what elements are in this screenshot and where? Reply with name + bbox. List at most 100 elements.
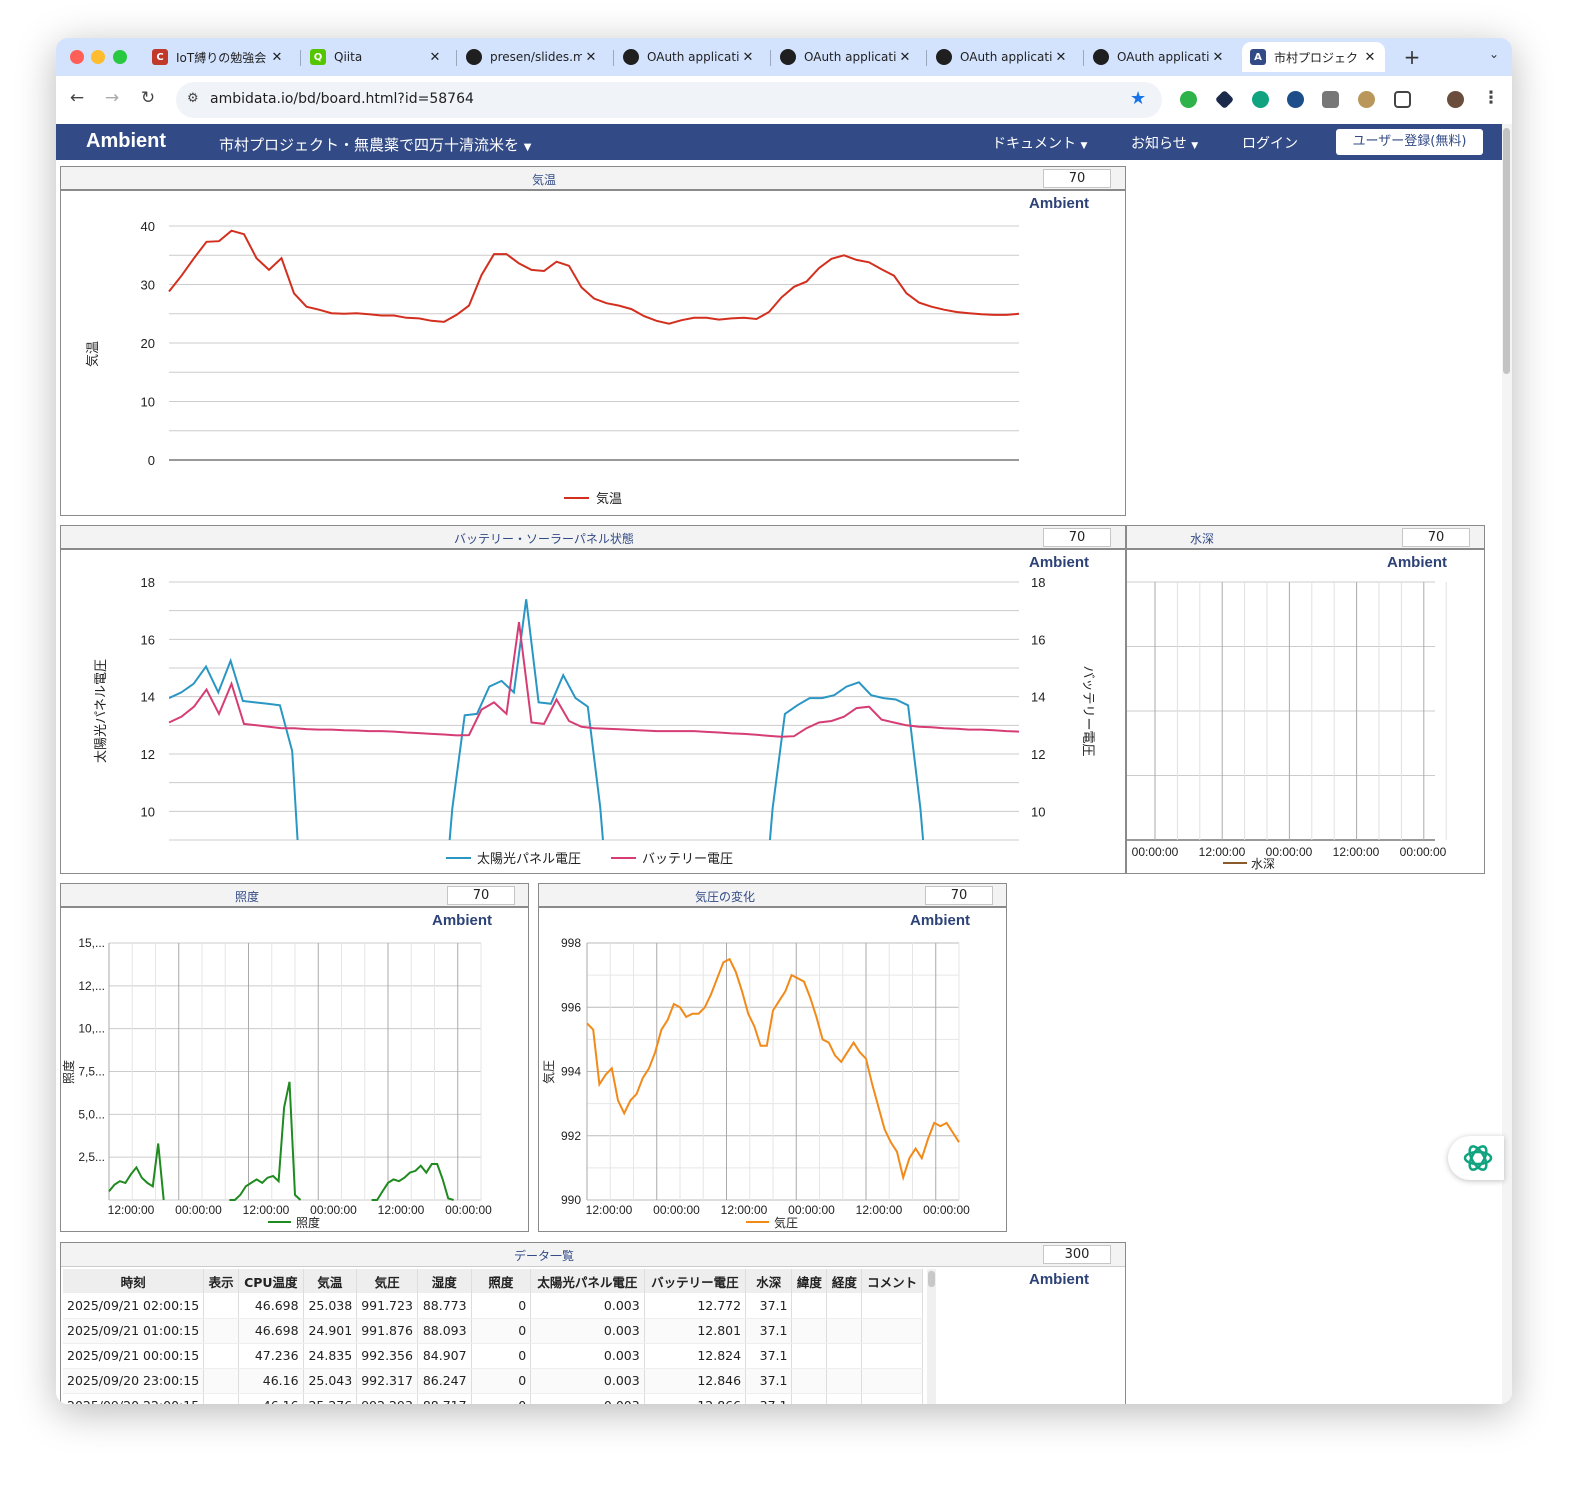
browser-tab[interactable]: A 市村プロジェクト ✕ — [1242, 42, 1385, 72]
page-scrollbar[interactable] — [1502, 124, 1512, 1404]
data-count-input[interactable]: 70 — [1043, 528, 1111, 547]
table-row[interactable]: 2025/09/21 00:00:15 47.236 24.835 992.356 84… — [63, 1343, 923, 1369]
data-count-input[interactable]: 70 — [447, 886, 515, 905]
table-scrollbar[interactable] — [927, 1269, 936, 1404]
x-tick-label: 12:00:00 — [721, 1203, 768, 1217]
data-count-input[interactable]: 70 — [925, 886, 993, 905]
table-cell — [826, 1343, 863, 1369]
table-cell — [791, 1368, 828, 1394]
x-tick-label: 12:00:00 — [1199, 845, 1246, 859]
data-count-input[interactable]: 300 — [1043, 1245, 1111, 1264]
tab-title: OAuth application — [1117, 50, 1209, 64]
close-tab-icon[interactable]: ✕ — [1052, 50, 1070, 65]
table-cell: 0 — [471, 1293, 532, 1319]
connpass-icon: C — [152, 49, 168, 65]
close-tab-icon[interactable]: ✕ — [426, 50, 444, 65]
table-cell: 992.356 — [356, 1343, 418, 1369]
table-cell: 2025/09/20 22:00:15 — [63, 1393, 205, 1404]
tab-separator — [613, 50, 614, 66]
y-tick-label: 12,... — [78, 979, 105, 993]
tab-title: Qiita — [334, 50, 363, 64]
column-header[interactable]: 緯度 — [791, 1269, 828, 1293]
browser-tab[interactable]: OAuth application✕ — [772, 42, 920, 72]
column-header[interactable]: 湿度 — [417, 1269, 472, 1293]
register-button[interactable]: ユーザー登録(無料) — [1336, 129, 1483, 155]
chatgpt-extension-icon[interactable] — [1252, 91, 1269, 108]
column-header[interactable]: 照度 — [471, 1269, 532, 1293]
docs-menu[interactable]: ドキュメント ▼ — [992, 133, 1087, 153]
column-header[interactable]: 気温 — [303, 1269, 358, 1293]
y-tick-label-left: 12 — [141, 747, 155, 762]
table-cell — [826, 1368, 863, 1394]
browser-tab[interactable]: OAuth application✕ — [928, 42, 1076, 72]
temp-series-line — [168, 229, 1020, 325]
table-row[interactable]: 2025/09/21 02:00:15 46.698 25.038 991.723 88… — [63, 1293, 923, 1319]
table-cell: 88.093 — [417, 1318, 472, 1344]
project-dropdown[interactable]: 市村プロジェクト・無農薬で四万十清流米を ▼ — [219, 134, 532, 155]
y-tick-label: 996 — [561, 1000, 581, 1014]
table-row[interactable]: 2025/09/20 23:00:15 46.16 25.043 992.317 86.… — [63, 1368, 923, 1394]
close-tab-icon[interactable]: ✕ — [896, 50, 914, 65]
y-tick-label: 10,... — [78, 1022, 105, 1036]
legend-label: バッテリー電圧 — [642, 851, 733, 866]
address-bar[interactable]: ⚙ ambidata.io/bd/board.html?id=58764 ★ — [176, 82, 1162, 118]
close-tab-icon[interactable]: ✕ — [1209, 50, 1227, 65]
ambient-icon: A — [1250, 49, 1266, 65]
menu-kebab-icon[interactable]: ⋮ — [1479, 88, 1503, 108]
y-tick-label-right: 16 — [1031, 632, 1045, 647]
y-tick-label: 2,5... — [78, 1150, 105, 1164]
column-header[interactable]: 経度 — [826, 1269, 863, 1293]
table-cell: 46.698 — [238, 1293, 304, 1319]
table-scrollbar-thumb[interactable] — [928, 1271, 935, 1287]
forward-icon[interactable]: → — [100, 88, 124, 108]
new-tab-button[interactable]: + — [1400, 45, 1424, 69]
site-info-icon[interactable]: ⚙ — [187, 91, 199, 106]
column-header[interactable]: 表示 — [203, 1269, 240, 1293]
assistant-floating-button[interactable] — [1448, 1136, 1504, 1180]
site-logo[interactable]: Ambient — [86, 130, 166, 153]
browser-tab[interactable]: C IoT縛りの勉強会! I✕ — [144, 42, 292, 72]
tab-search-button[interactable]: ⌄ — [1482, 47, 1506, 61]
close-tab-icon[interactable]: ✕ — [739, 50, 757, 65]
column-header[interactable]: 気圧 — [356, 1269, 418, 1293]
evernote-extension-icon[interactable] — [1180, 91, 1197, 108]
close-tab-icon[interactable]: ✕ — [582, 50, 600, 65]
browser-tab[interactable]: Q Qiita ✕ — [302, 42, 450, 72]
data-count-input[interactable]: 70 — [1402, 528, 1470, 547]
column-header[interactable]: 水深 — [745, 1269, 793, 1293]
minimize-window-button[interactable] — [91, 50, 105, 64]
column-header[interactable]: コメント — [861, 1269, 923, 1293]
scrollbar-thumb[interactable] — [1503, 128, 1510, 374]
data-count-input[interactable]: 70 — [1043, 169, 1111, 188]
close-tab-icon[interactable]: ✕ — [268, 50, 286, 65]
column-header[interactable]: 太陽光パネル電圧 — [530, 1269, 645, 1293]
browser-tab[interactable]: OAuth application✕ — [1085, 42, 1233, 72]
depth-chart-panel: 水深 70 Ambient 00:00:00 12:00:00 00:00:00 12… — [1126, 525, 1485, 874]
back-icon[interactable]: ← — [65, 88, 89, 108]
reload-icon[interactable]: ↻ — [136, 88, 160, 108]
browser-tab[interactable]: presen/slides.md✕ — [458, 42, 606, 72]
cookie-extension-icon[interactable] — [1358, 91, 1375, 108]
close-window-button[interactable] — [70, 50, 84, 64]
table-row[interactable]: 2025/09/20 22:00:15 46.1625.276992.29388.… — [63, 1393, 923, 1404]
blue-extension-icon[interactable] — [1287, 91, 1304, 108]
browser-tab[interactable]: OAuth application✕ — [615, 42, 763, 72]
y-tick-label-left: 14 — [141, 690, 155, 705]
table-cell: 2025/09/21 00:00:15 — [63, 1343, 205, 1369]
column-header[interactable]: バッテリー電圧 — [644, 1269, 747, 1293]
camera-extension-icon[interactable] — [1322, 91, 1339, 108]
hexagon-extension-icon[interactable] — [1214, 89, 1235, 110]
extensions-puzzle-icon[interactable] — [1394, 91, 1411, 108]
column-header[interactable]: CPU温度 — [238, 1269, 304, 1293]
close-tab-icon[interactable]: ✕ — [1361, 50, 1379, 65]
profile-avatar[interactable] — [1447, 91, 1464, 108]
bookmark-star-icon[interactable]: ★ — [1130, 88, 1146, 109]
x-tick-label: 00:00:00 — [445, 1203, 492, 1217]
page-content: Ambient 市村プロジェクト・無農薬で四万十清流米を ▼ ドキュメント ▼ … — [56, 124, 1512, 1404]
zoom-window-button[interactable] — [113, 50, 127, 64]
table-cell: 12.801 — [644, 1318, 747, 1344]
column-header[interactable]: 時刻 — [63, 1269, 205, 1293]
table-row[interactable]: 2025/09/21 01:00:15 46.698 24.901 991.876 88… — [63, 1318, 923, 1344]
news-menu[interactable]: お知らせ ▼ — [1131, 133, 1198, 153]
login-link[interactable]: ログイン — [1242, 133, 1298, 153]
